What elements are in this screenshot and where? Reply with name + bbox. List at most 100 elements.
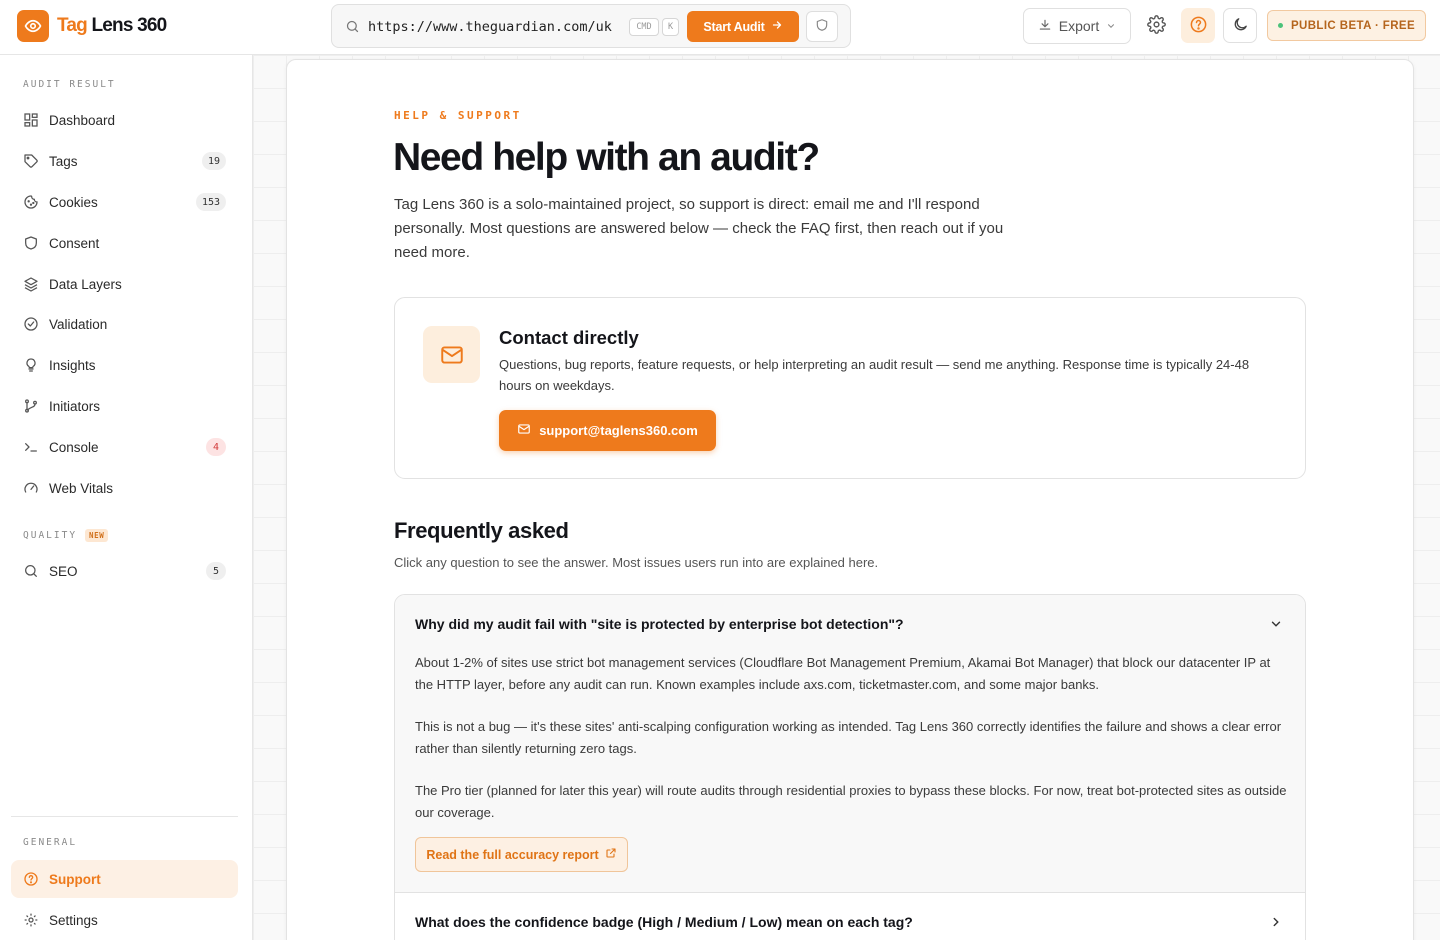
sidebar-item-label: Cookies <box>49 194 98 210</box>
page-eyebrow: HELP & SUPPORT <box>394 109 522 122</box>
sidebar-item-dashboard[interactable]: Dashboard <box>11 101 238 139</box>
sidebar-item-label: Validation <box>49 316 108 332</box>
count-badge: 153 <box>195 193 226 211</box>
sidebar-item-settings[interactable]: Settings <box>11 901 238 939</box>
section-label-quality: QUALITY NEW <box>23 529 109 542</box>
new-badge: NEW <box>85 529 109 542</box>
status-dot <box>1277 23 1283 28</box>
sidebar-item-web-vitals[interactable]: Web Vitals <box>11 469 238 507</box>
lightbulb-icon <box>23 357 39 373</box>
sidebar-item-label: Initiators <box>49 398 101 414</box>
page-title: Need help with an audit? <box>393 136 820 179</box>
shield-icon <box>815 18 829 35</box>
sidebar-item-tags[interactable]: Tags 19 <box>11 142 238 180</box>
sidebar-item-console[interactable]: Console 4 <box>11 428 238 466</box>
faq-list: Why did my audit fail with "site is prot… <box>394 594 1306 940</box>
layers-icon <box>23 276 39 292</box>
check-circle-icon <box>23 316 39 332</box>
sidebar-item-support[interactable]: Support <box>11 860 238 898</box>
shield-icon <box>23 235 39 251</box>
app-logo[interactable]: Tag Lens 360 <box>17 10 167 42</box>
faq-subtitle: Click any question to see the answer. Mo… <box>394 555 879 570</box>
faq-item-collapsed[interactable]: What does the confidence badge (High / M… <box>395 894 1305 940</box>
tag-icon <box>23 153 39 169</box>
section-label-general: GENERAL <box>23 837 78 848</box>
page-intro: Tag Lens 360 is a solo-maintained projec… <box>394 196 1004 261</box>
sidebar-item-data-layers[interactable]: Data Layers <box>11 265 238 303</box>
public-beta-badge: PUBLIC BETA · FREE <box>1267 10 1426 41</box>
eye-icon <box>17 10 49 42</box>
beta-label: PUBLIC BETA · FREE <box>1290 19 1416 32</box>
sidebar-item-label: Insights <box>49 357 96 373</box>
faq-question: What does the confidence badge (High / M… <box>415 914 913 930</box>
accuracy-report-label: Read the full accuracy report <box>426 847 599 862</box>
accuracy-report-link[interactable]: Read the full accuracy report <box>415 837 628 872</box>
url-input[interactable] <box>368 16 618 38</box>
mail-icon <box>517 422 531 439</box>
settings-button[interactable] <box>1139 8 1173 43</box>
app-name: Tag Lens 360 <box>57 15 167 36</box>
count-badge: 4 <box>206 438 226 456</box>
sidebar-item-cookies[interactable]: Cookies 153 <box>11 183 238 221</box>
sidebar-item-seo[interactable]: SEO 5 <box>11 552 238 590</box>
count-badge: 19 <box>201 152 226 170</box>
mail-icon <box>423 326 480 383</box>
sidebar-item-label: Settings <box>49 912 98 928</box>
sidebar-divider <box>11 816 238 817</box>
sidebar-item-consent[interactable]: Consent <box>11 224 238 262</box>
arrow-right-icon <box>771 19 783 34</box>
start-audit-label: Start Audit <box>703 19 765 34</box>
sidebar-item-label: Dashboard <box>49 112 116 128</box>
section-label-audit-result: AUDIT RESULT <box>23 79 116 90</box>
start-audit-button[interactable]: Start Audit <box>687 11 799 42</box>
sidebar-item-initiators[interactable]: Initiators <box>11 387 238 425</box>
cookie-icon <box>23 194 39 210</box>
help-button[interactable] <box>1181 8 1215 43</box>
sidebar-item-label: Tags <box>49 153 78 169</box>
sidebar-item-insights[interactable]: Insights <box>11 346 238 384</box>
help-icon <box>23 871 39 887</box>
email-support-button[interactable]: support@taglens360.com <box>499 410 716 451</box>
gear-icon <box>1146 14 1166 37</box>
chevron-down-icon <box>1106 18 1116 34</box>
search-icon <box>23 563 39 579</box>
privacy-shield-button[interactable] <box>806 11 838 42</box>
sidebar-item-label: Consent <box>49 235 100 251</box>
kbd-k: K <box>662 18 679 36</box>
sidebar-item-label: SEO <box>49 563 78 579</box>
download-icon <box>1038 18 1052 35</box>
export-button[interactable]: Export <box>1023 8 1131 44</box>
faq-question-toggle[interactable]: Why did my audit fail with "site is prot… <box>395 595 1305 651</box>
export-label: Export <box>1058 18 1100 34</box>
help-icon <box>1189 15 1208 37</box>
dashboard-icon <box>23 112 39 128</box>
url-bar: CMD K Start Audit <box>331 4 851 48</box>
contact-description: Questions, bug reports, feature requests… <box>499 357 1250 393</box>
contact-title: Contact directly <box>499 327 639 348</box>
search-icon <box>345 19 360 39</box>
chevron-down-icon <box>1269 617 1283 631</box>
external-link-icon <box>605 847 617 862</box>
gauge-icon <box>23 480 39 496</box>
count-badge: 5 <box>206 562 226 580</box>
gear-icon <box>23 912 39 928</box>
sidebar-item-label: Support <box>49 871 101 887</box>
moon-icon <box>1232 16 1249 36</box>
email-address: support@taglens360.com <box>539 423 698 438</box>
contact-card: Contact directly Questions, bug reports,… <box>394 297 1306 479</box>
sidebar: AUDIT RESULT Dashboard Tags 19 Cookies 1… <box>0 55 253 940</box>
chevron-right-icon <box>1269 915 1283 929</box>
faq-answer-paragraph: The Pro tier (planned for later this yea… <box>415 783 1287 820</box>
faq-answer-paragraph: This is not a bug — it's these sites' an… <box>415 719 1282 756</box>
faq-item-expanded: Why did my audit fail with "site is prot… <box>395 595 1305 893</box>
faq-title: Frequently asked <box>394 518 569 543</box>
faq-question: Why did my audit fail with "site is prot… <box>415 616 904 632</box>
sidebar-item-label: Data Layers <box>49 276 122 292</box>
dark-mode-toggle[interactable] <box>1223 8 1257 43</box>
top-header: Tag Lens 360 CMD K Start Audit Export <box>0 0 1440 55</box>
faq-answer-paragraph: About 1-2% of sites use strict bot manag… <box>415 655 1271 692</box>
git-branch-icon <box>23 398 39 414</box>
sidebar-item-validation[interactable]: Validation <box>11 305 238 343</box>
sidebar-item-label: Web Vitals <box>49 480 114 496</box>
sidebar-item-label: Console <box>49 439 99 455</box>
